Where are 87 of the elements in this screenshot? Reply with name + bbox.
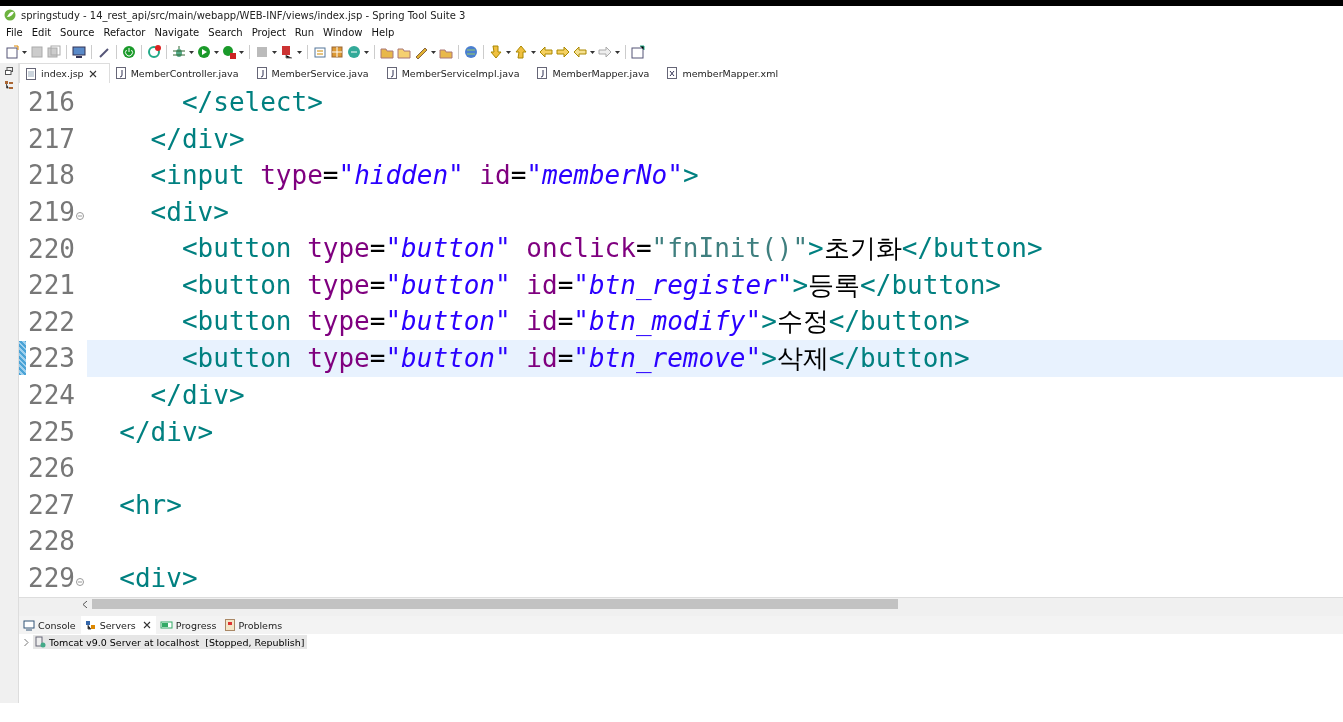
server-item[interactable]: Tomcat v9.0 Server at localhost [Stopped, Republish] (33, 635, 307, 649)
monitor-icon (23, 619, 35, 631)
line-number: 223 (28, 343, 75, 374)
code-line: <button type="button" id="btn_modify">수정</button> (180, 305, 970, 339)
monitor-icon[interactable] (72, 45, 86, 59)
code-line: </div> (149, 380, 245, 411)
view-tab[interactable]: Progress (155, 616, 222, 634)
code-line: <div> (118, 563, 198, 593)
line-number: 226 (28, 453, 75, 484)
window-title: springstudy - 14_rest_api/src/main/webapp/WEB-INF/views/index.jsp - Spring Tool Suite 3 (21, 9, 466, 21)
code-line: <hr> (118, 489, 182, 520)
package-icon[interactable] (330, 45, 344, 59)
run-icon[interactable] (197, 45, 211, 59)
menu-item[interactable]: Run (290, 27, 319, 38)
dropdown-caret-icon[interactable] (615, 50, 620, 54)
code-line: <div> (149, 197, 229, 228)
dropdown-caret-icon[interactable] (239, 50, 244, 54)
line-number: 216 (28, 87, 75, 118)
menu-item[interactable]: Refactor (99, 27, 150, 38)
close-icon[interactable] (142, 621, 151, 629)
menu-item[interactable]: Source (56, 27, 99, 38)
dropdown-caret-icon[interactable] (364, 50, 369, 54)
menu-item[interactable]: Help (367, 27, 399, 38)
server-icon (35, 636, 46, 648)
pencil-icon[interactable] (414, 45, 428, 59)
dropdown-caret-icon[interactable] (297, 50, 302, 54)
view-tab[interactable]: Console (19, 616, 81, 634)
menu-item[interactable]: Edit (27, 27, 56, 38)
code-line: <input type="hidden" id="memberNo"> (149, 160, 699, 191)
refresh-icon[interactable] (147, 45, 161, 59)
menu-item[interactable]: Project (247, 27, 290, 38)
dropdown-caret-icon[interactable] (189, 50, 194, 54)
line-number: 219 (28, 197, 75, 228)
dropdown-caret-icon[interactable] (506, 50, 511, 54)
servers-icon (84, 619, 97, 631)
menu-item[interactable]: Window (319, 27, 367, 38)
menu-item[interactable]: File (2, 27, 27, 38)
folder-open-icon[interactable] (397, 45, 411, 59)
line-number: 217 (28, 123, 75, 154)
bug-icon[interactable] (172, 45, 186, 59)
line-number: 221 (28, 270, 75, 301)
jsp-file-icon (26, 67, 36, 80)
code-line: </div> (118, 416, 214, 447)
view-tab[interactable]: Problems (221, 616, 288, 634)
problems-icon (225, 619, 236, 631)
close-icon[interactable] (88, 69, 97, 78)
java-file-icon (537, 67, 548, 79)
dropdown-caret-icon[interactable] (531, 50, 536, 54)
line-number: 218 (28, 160, 75, 191)
line-number: 220 (28, 233, 75, 264)
dropdown-caret-icon[interactable] (214, 50, 219, 54)
perspective-icon[interactable] (631, 45, 645, 59)
power-icon[interactable] (122, 45, 136, 59)
folder-icon[interactable] (380, 45, 394, 59)
dropdown-caret-icon[interactable] (272, 50, 277, 54)
menu-item[interactable]: Navigate (150, 27, 204, 38)
scroll-left-icon[interactable] (83, 600, 88, 608)
dropdown-caret-icon[interactable] (590, 50, 595, 54)
app-logo-icon (4, 9, 16, 21)
globe-icon[interactable] (464, 45, 478, 59)
line-number: 222 (28, 306, 75, 337)
view-tab[interactable]: Servers (80, 616, 156, 634)
code-line: </div> (149, 123, 245, 154)
line-number: 225 (28, 416, 75, 447)
java-file-icon (386, 67, 397, 79)
xml-file-icon (667, 67, 678, 79)
line-number: 229 (28, 563, 75, 593)
java-file-icon (256, 67, 267, 79)
forward-edit-icon[interactable] (556, 45, 570, 59)
code-line: <button type="button" id="btn_register">등록</button> (180, 268, 1001, 302)
line-number: 224 (28, 380, 75, 411)
menu-item[interactable]: Search (204, 27, 247, 38)
line-number: 227 (28, 489, 75, 520)
line-number: 228 (28, 526, 75, 557)
code-line: <button type="button" id="btn_remove">삭제</button> (180, 341, 970, 375)
server-icon[interactable] (280, 45, 294, 59)
editor-tab[interactable]: index.jsp (19, 63, 110, 83)
dropdown-caret-icon[interactable] (431, 50, 436, 54)
java-file-icon (115, 67, 126, 79)
run-tool-icon[interactable] (222, 45, 236, 59)
outline-view-icon[interactable] (5, 81, 13, 91)
progress-icon (159, 620, 173, 630)
code-line: <button type="button" onclick="fnInit()">초기화</button> (180, 232, 1043, 266)
restore-view-icon[interactable] (5, 67, 13, 75)
code-line: </select> (180, 87, 323, 118)
scrollbar-thumb[interactable] (92, 599, 898, 609)
dropdown-caret-icon[interactable] (22, 50, 27, 54)
